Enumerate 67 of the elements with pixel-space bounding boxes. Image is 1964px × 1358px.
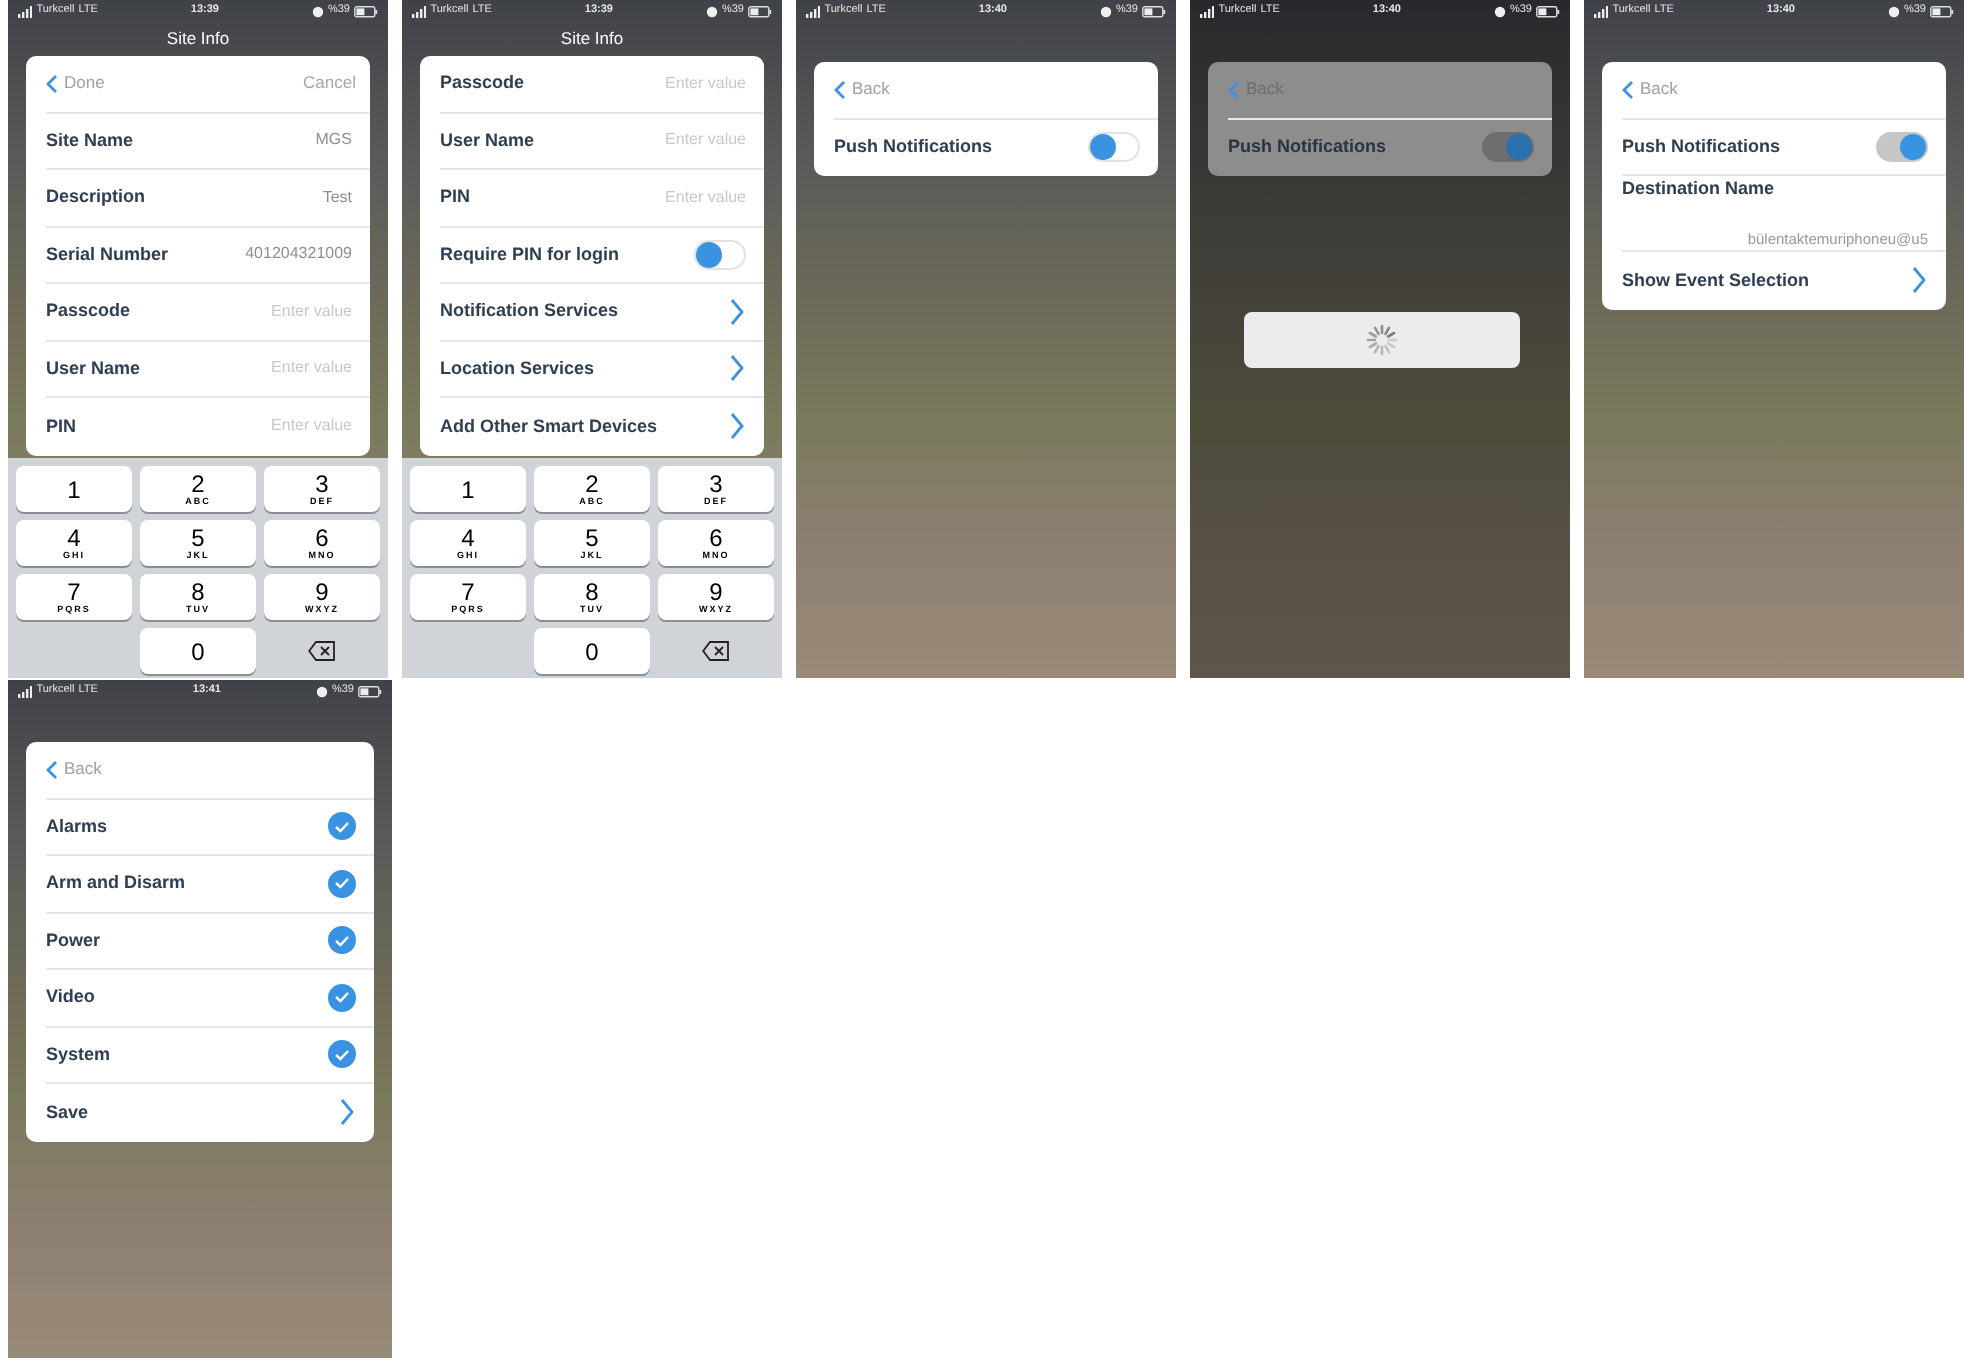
toggle-switch[interactable] xyxy=(1876,131,1928,162)
signal-icon xyxy=(412,5,427,17)
screen-title: Site Info xyxy=(164,26,232,52)
event-label: Arm and Disarm xyxy=(46,870,188,896)
setting-label: Require PIN for login xyxy=(440,241,622,268)
back-chevron-icon xyxy=(46,759,58,780)
signal-icon xyxy=(18,5,33,17)
keypad-key[interactable]: 1 xyxy=(410,466,526,512)
battery-icon xyxy=(1142,5,1166,17)
setting-label: Push Notifications xyxy=(834,134,995,160)
keypad-key[interactable]: 0 xyxy=(534,628,650,674)
menu-row[interactable]: Add Other Smart Devices xyxy=(440,398,764,455)
chevron-right-icon xyxy=(1912,266,1928,295)
checkbox[interactable] xyxy=(328,812,356,841)
battery-icon xyxy=(354,5,378,17)
signal-icon xyxy=(1594,5,1609,17)
event-label: System xyxy=(46,1041,113,1068)
screen-title: Site Info xyxy=(558,26,626,52)
checkmark-icon xyxy=(334,990,350,1005)
menu-row[interactable]: Location Services xyxy=(440,341,764,398)
battery-icon xyxy=(1930,5,1954,17)
field-label: Site Name xyxy=(46,127,136,153)
menu-row[interactable]: Save xyxy=(46,1084,374,1141)
checkmark-icon xyxy=(334,819,350,834)
field-label: User Name xyxy=(46,355,143,381)
checkbox[interactable] xyxy=(328,869,356,898)
checkbox[interactable] xyxy=(328,926,356,955)
back-chevron-icon xyxy=(46,73,58,94)
setting-label: Destination Name xyxy=(1622,176,1777,202)
backspace-icon xyxy=(702,640,730,662)
event-label: Power xyxy=(46,927,103,953)
battery-icon xyxy=(358,685,382,697)
back-chevron-icon xyxy=(834,79,846,100)
setting-label: Push Notifications xyxy=(1622,133,1783,159)
chevron-right-icon xyxy=(730,354,746,383)
chevron-right-icon xyxy=(730,412,746,441)
event-label: Video xyxy=(46,984,97,1010)
keypad-key[interactable]: 0 xyxy=(140,628,256,674)
field-label: Serial Number xyxy=(46,241,171,267)
field-label: PIN xyxy=(46,413,79,439)
toggle-switch[interactable] xyxy=(1482,132,1534,163)
checkmark-icon xyxy=(334,876,350,891)
battery-icon xyxy=(748,5,772,17)
checkmark-icon xyxy=(334,933,350,948)
chevron-right-icon xyxy=(730,297,746,326)
field-label: Description xyxy=(46,184,148,210)
signal-icon xyxy=(18,685,33,697)
setting-label: Push Notifications xyxy=(1228,134,1389,160)
back-chevron-icon xyxy=(1622,79,1634,100)
field-label: Passcode xyxy=(46,298,133,324)
checkmark-icon xyxy=(334,1047,350,1062)
menu-row[interactable]: Show Event Selection xyxy=(1622,252,1946,309)
checkbox[interactable] xyxy=(328,1040,356,1069)
event-label: Alarms xyxy=(46,813,110,839)
spinner-icon xyxy=(1366,324,1398,356)
back-chevron-icon xyxy=(1228,79,1240,100)
signal-icon xyxy=(806,5,821,17)
signal-icon xyxy=(1200,5,1215,17)
menu-row[interactable]: Notification Services xyxy=(440,284,764,341)
chevron-right-icon xyxy=(340,1098,356,1127)
keypad-key[interactable]: 1 xyxy=(16,466,132,512)
backspace-icon xyxy=(308,640,336,662)
battery-icon xyxy=(1536,5,1560,17)
field-label: Passcode xyxy=(440,70,527,96)
checkbox[interactable] xyxy=(328,983,356,1012)
field-label: PIN xyxy=(440,184,473,210)
field-label: User Name xyxy=(440,127,537,153)
